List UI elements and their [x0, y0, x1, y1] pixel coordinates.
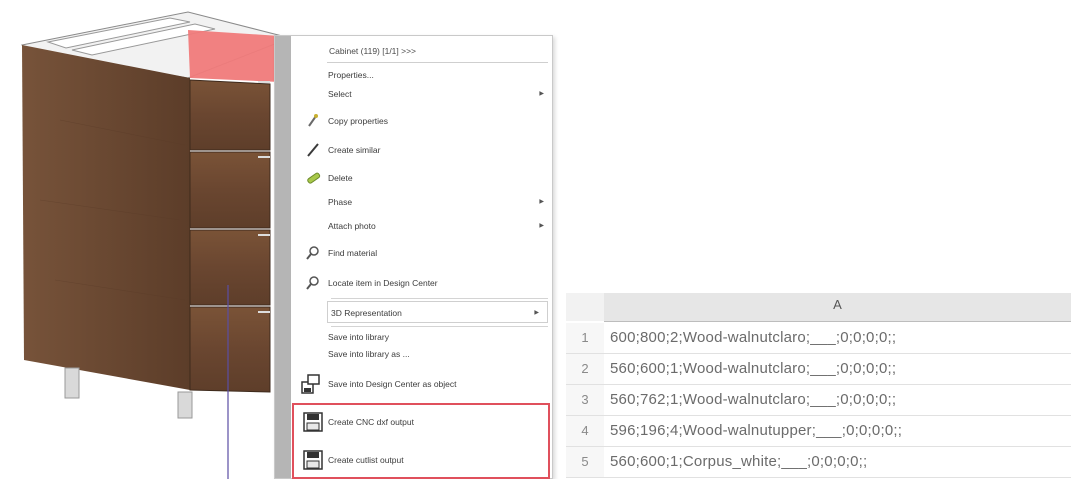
menu-item-copy-properties[interactable]: Copy properties [291, 110, 552, 132]
context-menu: Cabinet (119) [1/1] >>> Properties... Se… [274, 35, 553, 479]
menu-item-label: Select [328, 89, 352, 99]
menu-item-create-similar[interactable]: Create similar [291, 139, 552, 161]
drawer-front-4[interactable] [189, 306, 271, 393]
menu-title-item[interactable]: Cabinet (119) [1/1] >>> [327, 40, 548, 63]
pencil-icon [305, 142, 321, 158]
cell-a4[interactable]: 596;196;4;Wood-walnutupper;___;0;0;0;0;; [610, 416, 902, 446]
menu-title-label: Cabinet (119) [1/1] >>> [329, 46, 417, 56]
menu-item-label: Copy properties [328, 116, 389, 126]
menu-gutter [275, 36, 291, 478]
submenu-arrow-icon: ▶ [539, 223, 544, 229]
row-number: 1 [566, 323, 604, 353]
submenu-arrow-icon: ▶ [539, 199, 544, 205]
row-number: 4 [566, 416, 604, 446]
row-number: 2 [566, 354, 604, 384]
magnifier-icon [305, 245, 321, 261]
cabinet-side-panel [22, 45, 190, 390]
eraser-icon [305, 170, 321, 186]
save-to-design-center-icon [301, 374, 321, 394]
menu-item-save-design-center-object[interactable]: Save into Design Center as object [291, 373, 552, 395]
menu-item-delete[interactable]: Delete [291, 167, 552, 189]
drawer-front-1[interactable] [189, 79, 271, 151]
menu-item-save-into-library-as[interactable]: Save into library as ... [291, 343, 552, 365]
cabinet-leg-right [177, 391, 193, 419]
column-header-label: A [833, 297, 842, 312]
menu-item-label: Delete [328, 173, 353, 183]
paint-brush-icon [305, 113, 321, 129]
menu-item-label: Save into library as ... [328, 349, 410, 359]
cell-a5[interactable]: 560;600;1;Corpus_white;___;0;0;0;0;; [610, 447, 867, 477]
menu-item-label: Locate item in Design Center [328, 278, 438, 288]
select-all-corner[interactable] [566, 293, 604, 321]
row-number: 3 [566, 385, 604, 415]
table-row[interactable]: 1 600;800;2;Wood-walnutclaro;___;0;0;0;0… [566, 323, 1071, 354]
menu-item-label: Phase [328, 197, 353, 207]
table-row[interactable]: 4 596;196;4;Wood-walnutupper;___;0;0;0;0… [566, 416, 1071, 447]
row-number: 5 [566, 447, 604, 477]
cnc-output-highlight-box [292, 403, 550, 479]
selected-face-highlight [188, 30, 280, 82]
cell-a3[interactable]: 560;762;1;Wood-walnutclaro;___;0;0;0;0;; [610, 385, 896, 415]
menu-item-locate-design-center[interactable]: Locate item in Design Center [291, 272, 552, 294]
column-header-a[interactable]: A [604, 293, 1071, 322]
menu-item-find-material[interactable]: Find material [291, 242, 552, 264]
drawer-front-2[interactable] [189, 151, 271, 229]
cabinet-3d-view[interactable] [0, 0, 300, 479]
menu-item-label: Save into Design Center as object [328, 379, 457, 389]
menu-item-attach-photo[interactable]: Attach photo ▶ [291, 215, 552, 237]
spreadsheet: A 1 600;800;2;Wood-walnutclaro;___;0;0;0… [566, 293, 1071, 479]
table-row[interactable]: 3 560;762;1;Wood-walnutclaro;___;0;0;0;0… [566, 385, 1071, 416]
cell-a2[interactable]: 560;600;1;Wood-walnutclaro;___;0;0;0;0;; [610, 354, 896, 384]
menu-item-label: Attach photo [328, 221, 376, 231]
submenu-arrow-icon: ▶ [534, 310, 539, 316]
menu-item-label: Find material [328, 248, 378, 258]
menu-item-select[interactable]: Select ▶ [291, 83, 552, 105]
cabinet-leg-left [64, 367, 80, 399]
menu-item-label: Create similar [328, 145, 381, 155]
menu-item-3d-representation[interactable]: 3D Representation ▶ [327, 301, 548, 323]
menu-separator [331, 298, 548, 299]
magnifier-icon [305, 275, 321, 291]
cell-a1[interactable]: 600;800;2;Wood-walnutclaro;___;0;0;0;0;; [610, 323, 896, 353]
drawer-front-3[interactable] [189, 229, 271, 306]
menu-item-phase[interactable]: Phase ▶ [291, 191, 552, 213]
table-row[interactable]: 2 560;600;1;Wood-walnutclaro;___;0;0;0;0… [566, 354, 1071, 385]
submenu-arrow-icon: ▶ [539, 91, 544, 97]
table-row[interactable]: 5 560;600;1;Corpus_white;___;0;0;0;0;; [566, 447, 1071, 478]
menu-item-label: 3D Representation [331, 308, 402, 318]
